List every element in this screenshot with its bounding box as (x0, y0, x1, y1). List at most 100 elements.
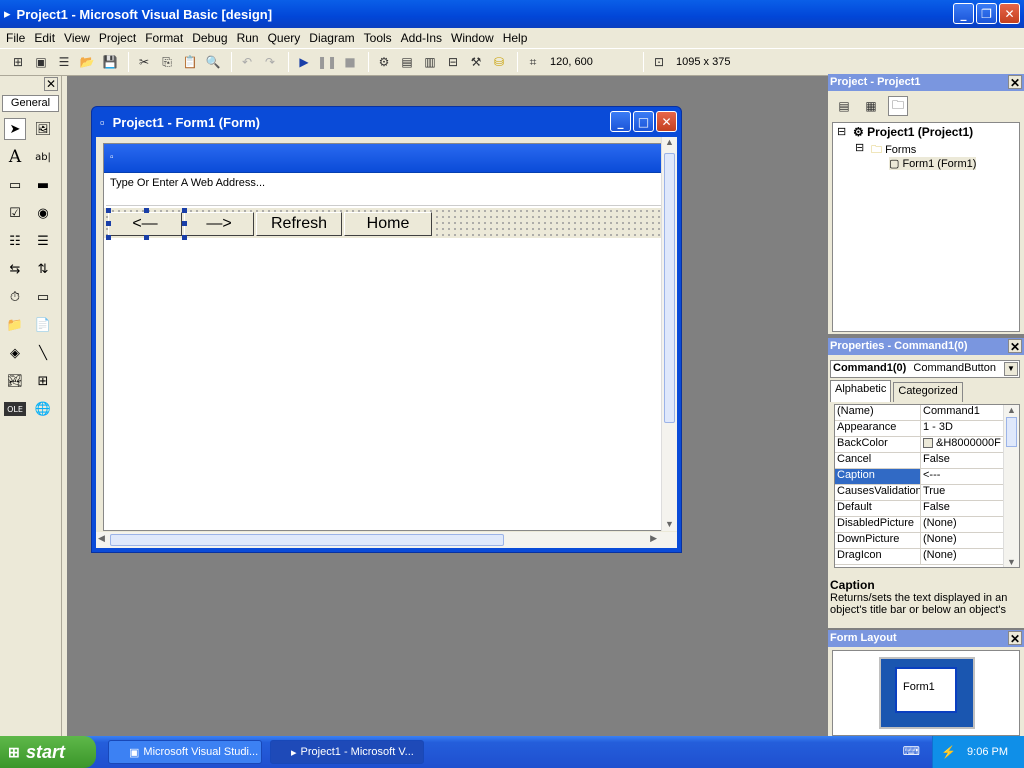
menu-format[interactable]: Format (145, 31, 183, 45)
view-object-icon[interactable]: ▦ (861, 96, 881, 116)
scroll-down-arrow[interactable]: ▼ (1004, 557, 1019, 567)
undo-icon[interactable]: ↶ (237, 52, 257, 72)
property-row[interactable]: DownPicture (None) (835, 533, 1019, 549)
selection-handle[interactable] (106, 208, 111, 213)
property-value[interactable]: False (921, 501, 1005, 516)
property-row[interactable]: DragIcon (None) (835, 549, 1019, 565)
add-project-icon[interactable]: ⊞ (8, 52, 28, 72)
back-command-button[interactable]: <— (108, 212, 182, 236)
selection-handle[interactable] (106, 221, 111, 226)
clock[interactable]: 9:06 PM (967, 746, 1008, 758)
menu-window[interactable]: Window (451, 31, 494, 45)
break-icon[interactable]: ❚❚ (317, 52, 337, 72)
form-minimize-button[interactable]: _ (610, 111, 631, 132)
optionbutton-icon[interactable]: ◉ (32, 202, 54, 224)
frame-icon[interactable]: ▭ (4, 174, 26, 196)
vscrollbar-icon[interactable]: ⇅ (32, 258, 54, 280)
menu-query[interactable]: Query (268, 31, 301, 45)
cut-icon[interactable]: ✂ (134, 52, 154, 72)
pointer-icon[interactable]: ➤ (4, 118, 26, 140)
tab-categorized[interactable]: Categorized (893, 382, 963, 402)
scroll-up-arrow[interactable]: ▲ (1004, 405, 1019, 415)
property-row[interactable]: DisabledPicture (None) (835, 517, 1019, 533)
find-icon[interactable]: 🔍 (203, 52, 223, 72)
selection-handle[interactable] (182, 208, 187, 213)
checkbox-icon[interactable]: ☑ (4, 202, 26, 224)
hscrollbar-icon[interactable]: ⇆ (4, 258, 26, 280)
drivelistbox-icon[interactable]: ▭ (32, 286, 54, 308)
menu-editor-icon[interactable]: ☰ (54, 52, 74, 72)
form1-layout-preview[interactable]: Form1 (895, 667, 957, 713)
object-browser-icon[interactable]: ⊟ (443, 52, 463, 72)
property-grid-scrollbar[interactable]: ▲ ▼ (1003, 405, 1019, 567)
property-row[interactable]: Cancel False (835, 453, 1019, 469)
selection-handle[interactable] (182, 221, 187, 226)
menu-help[interactable]: Help (503, 31, 528, 45)
form-layout-icon[interactable]: ▥ (420, 52, 440, 72)
form-vertical-scrollbar[interactable]: ▲ ▼ (661, 137, 677, 531)
taskbar-item-visual-studio[interactable]: ▣ Microsoft Visual Studi... (108, 740, 262, 764)
tree-collapse-icon[interactable]: ⊟ (855, 141, 864, 154)
data-view-icon[interactable]: ⛁ (489, 52, 509, 72)
selection-handle[interactable] (106, 235, 111, 240)
selection-handle[interactable] (144, 235, 149, 240)
menu-diagram[interactable]: Diagram (309, 31, 354, 45)
menu-add-ins[interactable]: Add-Ins (401, 31, 442, 45)
scroll-down-arrow[interactable]: ▼ (662, 519, 677, 529)
minimize-button[interactable]: _ (953, 3, 974, 24)
property-value[interactable]: (None) (921, 517, 1005, 532)
selection-handle[interactable] (144, 208, 149, 213)
form-close-button[interactable]: ✕ (656, 111, 677, 132)
taskbar-item-project1[interactable]: ▸ Project1 - Microsoft V... (270, 740, 424, 764)
property-row[interactable]: (Name) Command1 (835, 405, 1019, 421)
form1-canvas[interactable]: ▫ Type Or Enter A Web Address... <— —> R… (103, 143, 662, 531)
scroll-thumb[interactable] (664, 153, 675, 423)
tab-alphabetic[interactable]: Alphabetic (830, 380, 892, 402)
add-form-icon[interactable]: ▣ (31, 52, 51, 72)
property-value[interactable]: &H8000000F (921, 437, 1005, 452)
toggle-folders-icon[interactable]: 🗀 (888, 96, 908, 116)
webbrowser-icon[interactable]: 🌐 (32, 398, 54, 420)
forward-command-button[interactable]: —> (184, 212, 254, 236)
data-control-icon[interactable]: ⊞ (32, 370, 54, 392)
properties-window-icon[interactable]: ▤ (397, 52, 417, 72)
start-button[interactable]: ⊞ start (0, 736, 96, 768)
selection-handle[interactable] (182, 235, 187, 240)
save-icon[interactable]: 💾 (100, 52, 120, 72)
property-row[interactable]: Default False (835, 501, 1019, 517)
restore-button[interactable]: ❐ (976, 3, 997, 24)
object-selector[interactable]: Command1(0) CommandButton ▼ (830, 360, 1020, 378)
ole-icon[interactable]: OLE (4, 402, 26, 416)
tree-collapse-icon[interactable]: ⊟ (837, 125, 846, 138)
open-folder-icon[interactable]: 📂 (77, 52, 97, 72)
property-value[interactable]: 1 - 3D (921, 421, 1005, 436)
property-row[interactable]: Appearance 1 - 3D (835, 421, 1019, 437)
view-code-icon[interactable]: ▤ (834, 96, 854, 116)
scroll-up-arrow[interactable]: ▲ (662, 137, 677, 151)
close-button[interactable]: ✕ (999, 3, 1020, 24)
property-value[interactable]: (None) (921, 533, 1005, 548)
form-window-titlebar[interactable]: ▫ Project1 - Form1 (Form) (92, 107, 681, 137)
menu-debug[interactable]: Debug (192, 31, 227, 45)
toolbox-tab-general[interactable]: General (2, 95, 59, 112)
paste-icon[interactable]: 📋 (180, 52, 200, 72)
property-value[interactable]: True (921, 485, 1005, 500)
property-value[interactable]: Command1 (921, 405, 1005, 420)
project-node[interactable]: ⚙ Project1 (Project1) (853, 125, 973, 139)
chevron-down-icon[interactable]: ▼ (1004, 362, 1018, 376)
project-panel-close-button[interactable]: ✕ (1008, 75, 1022, 90)
commandbutton-icon[interactable]: ▬ (32, 174, 54, 196)
keyboard-icon[interactable]: ⌨ (903, 744, 920, 758)
copy-icon[interactable]: ⎘ (157, 52, 177, 72)
property-row-selected[interactable]: Caption <--- (835, 469, 1019, 485)
stop-icon[interactable]: ■ (340, 52, 360, 72)
form-horizontal-scrollbar[interactable]: ◀ ▶ (96, 532, 677, 548)
menu-edit[interactable]: Edit (34, 31, 55, 45)
project-explorer-icon[interactable]: ⚙ (374, 52, 394, 72)
form-maximize-button[interactable]: □ (633, 111, 654, 132)
property-row[interactable]: CausesValidation True (835, 485, 1019, 501)
dirlistbox-icon[interactable]: 📁 (4, 314, 26, 336)
home-command-button[interactable]: Home (344, 212, 432, 236)
redo-icon[interactable]: ↷ (260, 52, 280, 72)
shape-icon[interactable]: ◈ (4, 342, 26, 364)
